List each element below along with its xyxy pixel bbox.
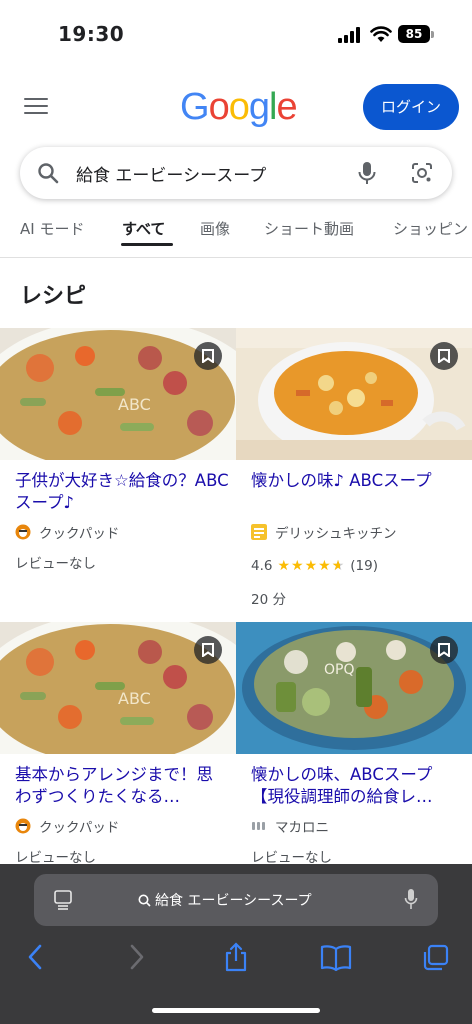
recipe-source: クックパッド: [15, 816, 119, 836]
browser-toolbar: 給食 エービーシースープ: [0, 864, 472, 1024]
bookmark-icon: [438, 643, 450, 657]
cookpad-icon: [15, 818, 31, 834]
logo-letter: g: [248, 86, 270, 128]
bookmark-icon: [438, 349, 450, 363]
recipe-source: マカロニ: [251, 816, 329, 836]
battery-indicator: 85: [398, 25, 430, 43]
tab-ai-mode[interactable]: AI モード: [20, 218, 84, 239]
active-tab-indicator: [121, 243, 173, 246]
source-name: マカロニ: [275, 820, 329, 836]
recipes-heading: レシピ: [20, 284, 87, 309]
search-input[interactable]: [76, 157, 346, 189]
google-logo[interactable]: Google: [180, 86, 298, 129]
tab-shopping[interactable]: ショッピン: [393, 218, 468, 239]
bookmark-icon: [202, 349, 214, 363]
rating-value: 4.6: [251, 558, 273, 574]
logo-letter: e: [276, 86, 297, 128]
recipe-source: クックパッド: [15, 522, 119, 542]
recipe-title[interactable]: 基本からアレンジまで！思わずつくりたくなる…: [15, 764, 229, 808]
bookmark-icon: [202, 643, 214, 657]
search-box: [20, 147, 452, 199]
review-status: レビューなし: [15, 850, 96, 866]
tab-images[interactable]: 画像: [200, 218, 230, 239]
review-status: レビューなし: [251, 850, 332, 866]
rating-count: (19): [350, 558, 378, 574]
search-icon: [138, 894, 151, 907]
source-name: クックパッド: [39, 820, 120, 836]
rating: 4.6 ★★★★★ ★ (19): [251, 558, 378, 574]
recipe-title[interactable]: 懐かしの味♪ ABCスープ: [251, 470, 465, 492]
back-icon[interactable]: [22, 942, 50, 972]
google-lens-icon[interactable]: [410, 161, 434, 185]
review-status: レビューなし: [15, 556, 96, 572]
logo-letter: G: [180, 86, 210, 128]
recipe-title[interactable]: 懐かしの味、ABCスープ【現役調理師の給食レ…: [251, 764, 465, 808]
recipe-source: デリッシュキッチン: [251, 522, 397, 542]
address-bar[interactable]: 給食 エービーシースープ: [34, 874, 438, 926]
wifi-icon: [370, 26, 392, 42]
recipe-card[interactable]: ABC 基本からアレンジまで！思わずつくりたくなる… クックパッド レビューなし: [0, 622, 236, 866]
tab-all[interactable]: すべて: [122, 218, 165, 239]
google-header: Google ログイン: [0, 80, 472, 134]
logo-letter: o: [228, 86, 250, 128]
search-icon: [38, 163, 59, 184]
recipe-card[interactable]: ABC 子供が大好き☆給食の？ABCスープ♪ クックパッド レビューなし: [0, 328, 236, 618]
bookmarks-icon[interactable]: [320, 942, 352, 972]
menu-icon[interactable]: [24, 98, 48, 116]
save-recipe-button[interactable]: [194, 636, 222, 664]
search-tabs: AI モード すべて 画像 ショート動画 ショッピン: [0, 210, 472, 258]
source-name: クックパッド: [39, 526, 120, 542]
battery-tip: [431, 31, 434, 38]
microphone-icon[interactable]: [404, 888, 418, 910]
status-time: 19:30: [58, 22, 125, 46]
cookpad-icon: [15, 524, 31, 540]
share-icon[interactable]: [222, 942, 250, 972]
save-recipe-button[interactable]: [430, 636, 458, 664]
login-button[interactable]: ログイン: [363, 84, 459, 130]
cook-time: 20 分: [251, 592, 286, 608]
source-name: デリッシュキッチン: [275, 526, 397, 542]
status-bar: 19:30 85: [0, 0, 472, 66]
logo-letter: o: [208, 86, 230, 128]
home-indicator: [152, 1008, 320, 1013]
svg-text:ABC: ABC: [118, 689, 151, 708]
macaroni-icon: [252, 822, 265, 830]
svg-text:ABC: ABC: [118, 395, 151, 414]
save-recipe-button[interactable]: [430, 342, 458, 370]
save-recipe-button[interactable]: [194, 342, 222, 370]
tabs-icon[interactable]: [422, 942, 450, 972]
recipe-card[interactable]: OPQ 懐かしの味、ABCスープ【現役調理師の給食レ… マカロニ レビューなし: [236, 622, 472, 866]
address-text[interactable]: 給食 エービーシースープ: [138, 890, 312, 910]
recipe-title[interactable]: 子供が大好き☆給食の？ABCスープ♪: [15, 470, 229, 514]
recipe-card[interactable]: 懐かしの味♪ ABCスープ デリッシュキッチン 4.6 ★★★★★ ★ (19) …: [236, 328, 472, 618]
tab-short-videos[interactable]: ショート動画: [264, 218, 354, 239]
forward-icon[interactable]: [122, 942, 150, 972]
svg-text:OPQ: OPQ: [324, 662, 354, 678]
address-query: 給食 エービーシースープ: [155, 893, 312, 909]
cellular-signal-icon: [338, 27, 360, 43]
star-rating-icon: ★★★★★ ★: [277, 558, 346, 574]
delish-kitchen-icon: [251, 524, 267, 540]
page-menu-icon[interactable]: [54, 890, 72, 910]
microphone-icon[interactable]: [356, 161, 378, 185]
